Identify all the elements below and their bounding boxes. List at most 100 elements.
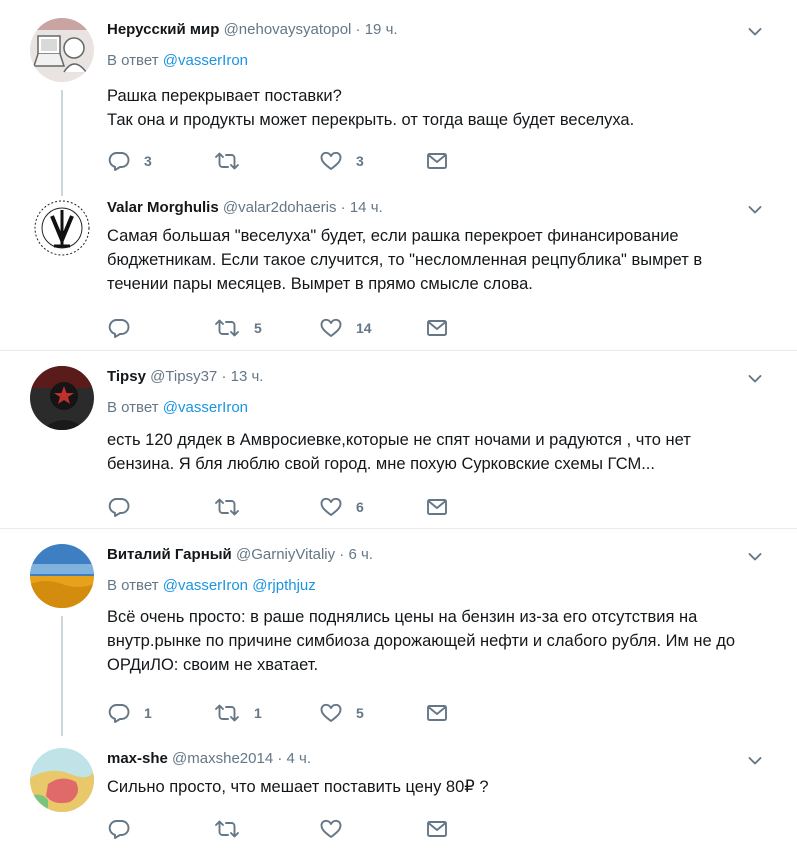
separator: · — [340, 199, 346, 216]
reply-icon — [108, 152, 130, 171]
timestamp[interactable]: 14 ч. — [350, 199, 383, 216]
display-name[interactable]: Tipsy — [107, 368, 146, 385]
retweet-icon — [215, 498, 239, 516]
reply-button[interactable] — [108, 317, 144, 339]
separator: · — [277, 750, 283, 767]
tweet-header: max-she @maxshe2014 · 4 ч. — [107, 750, 311, 767]
reply-button[interactable] — [108, 818, 144, 840]
username[interactable]: @GarniyVitaliy — [236, 546, 335, 563]
username[interactable]: @maxshe2014 — [172, 750, 273, 767]
mention-link[interactable]: @vasserIron — [163, 577, 248, 594]
retweet-button[interactable] — [214, 818, 254, 840]
retweet-count: 5 — [254, 320, 262, 336]
tweet-text: Сильно просто, что мешает поставить цену… — [107, 778, 489, 796]
thread-line — [61, 90, 63, 198]
avatar[interactable] — [30, 366, 94, 430]
reply-count: 1 — [144, 705, 152, 721]
display-name[interactable]: Нерусский мир — [107, 21, 219, 38]
reply-icon — [108, 319, 130, 338]
username[interactable]: @Tipsy37 — [150, 368, 217, 385]
reply-button[interactable]: 1 — [108, 702, 152, 724]
action-bar: 6 — [108, 496, 508, 518]
chevron-down-icon[interactable] — [748, 374, 762, 384]
like-count: 6 — [356, 499, 364, 515]
like-count: 14 — [356, 320, 372, 336]
reply-icon — [108, 498, 130, 517]
retweet-button[interactable]: 5 — [214, 317, 262, 339]
envelope-icon — [427, 320, 447, 336]
display-name[interactable]: max-she — [107, 750, 168, 767]
retweet-icon — [215, 820, 239, 838]
chevron-down-icon[interactable] — [748, 552, 762, 562]
timestamp[interactable]: 4 ч. — [287, 750, 312, 767]
avatar[interactable] — [30, 748, 94, 812]
reply-context: В ответ @vasserIron @rjpthjuz — [107, 577, 316, 594]
direct-message-button[interactable] — [426, 702, 448, 724]
like-button[interactable]: 3 — [320, 150, 364, 172]
tweet-header: Valar Morghulis @valar2dohaeris · 14 ч. — [107, 199, 383, 216]
divider — [0, 528, 797, 529]
tweet-header: Tipsy @Tipsy37 · 13 ч. — [107, 368, 263, 385]
reply-icon — [108, 704, 130, 723]
direct-message-button[interactable] — [426, 317, 448, 339]
retweet-icon — [215, 704, 239, 722]
avatar[interactable] — [30, 544, 94, 608]
separator: · — [221, 368, 227, 385]
mention-link[interactable]: @vasserIron — [163, 399, 248, 416]
avatar[interactable] — [30, 18, 94, 82]
reply-count: 3 — [144, 153, 152, 169]
action-bar: 5 14 — [108, 317, 508, 339]
direct-message-button[interactable] — [426, 496, 448, 518]
like-count: 5 — [356, 705, 364, 721]
reply-button[interactable] — [108, 496, 144, 518]
separator: · — [355, 21, 361, 38]
timestamp[interactable]: 6 ч. — [348, 546, 373, 563]
display-name[interactable]: Valar Morghulis — [107, 199, 219, 216]
like-button[interactable]: 14 — [320, 317, 372, 339]
tweet-header: Виталий Гарный @GarniyVitaliy · 6 ч. — [107, 546, 373, 563]
envelope-icon — [427, 821, 447, 837]
direct-message-button[interactable] — [426, 818, 448, 840]
envelope-icon — [427, 705, 447, 721]
heart-icon — [320, 151, 342, 170]
retweet-button[interactable] — [214, 150, 254, 172]
heart-icon — [320, 703, 342, 722]
envelope-icon — [427, 153, 447, 169]
like-button[interactable] — [320, 818, 356, 840]
retweet-button[interactable] — [214, 496, 254, 518]
retweet-button[interactable]: 1 — [214, 702, 262, 724]
divider — [0, 350, 797, 351]
username[interactable]: @valar2dohaeris — [223, 199, 337, 216]
display-name[interactable]: Виталий Гарный — [107, 546, 232, 563]
tweet-text: Рашка перекрывает поставки? Так она и пр… — [107, 87, 635, 129]
heart-icon — [320, 819, 342, 838]
like-button[interactable]: 5 — [320, 702, 364, 724]
chevron-down-icon[interactable] — [748, 27, 762, 37]
mention-link[interactable]: @rjpthjuz — [252, 577, 316, 594]
envelope-icon — [427, 499, 447, 515]
heart-icon — [320, 497, 342, 516]
tweet-header: Нерусский мир @nehovaysyatopol · 19 ч. — [107, 21, 398, 38]
heart-icon — [320, 318, 342, 337]
mention-link[interactable]: @vasserIron — [163, 52, 248, 69]
tweet-text: есть 120 дядек в Амвросиевке,которые не … — [107, 431, 691, 473]
action-bar: 3 3 — [108, 150, 508, 172]
reply-context: В ответ @vasserIron — [107, 399, 248, 416]
avatar[interactable] — [30, 196, 94, 260]
retweet-icon — [215, 152, 239, 170]
reply-prefix: В ответ — [107, 52, 159, 69]
timestamp[interactable]: 19 ч. — [365, 21, 398, 38]
timestamp[interactable]: 13 ч. — [231, 368, 264, 385]
action-bar: 1 1 5 — [108, 702, 508, 724]
like-button[interactable]: 6 — [320, 496, 364, 518]
tweet-text: Самая большая "веселуха" будет, если раш… — [107, 227, 703, 293]
separator: · — [339, 546, 345, 563]
chevron-down-icon[interactable] — [748, 205, 762, 215]
chevron-down-icon[interactable] — [748, 756, 762, 766]
thread-line — [61, 616, 63, 736]
tweet-text: Всё очень просто: в раше поднялись цены … — [107, 608, 736, 674]
reply-button[interactable]: 3 — [108, 150, 152, 172]
reply-prefix: В ответ — [107, 577, 159, 594]
direct-message-button[interactable] — [426, 150, 448, 172]
username[interactable]: @nehovaysyatopol — [224, 21, 352, 38]
